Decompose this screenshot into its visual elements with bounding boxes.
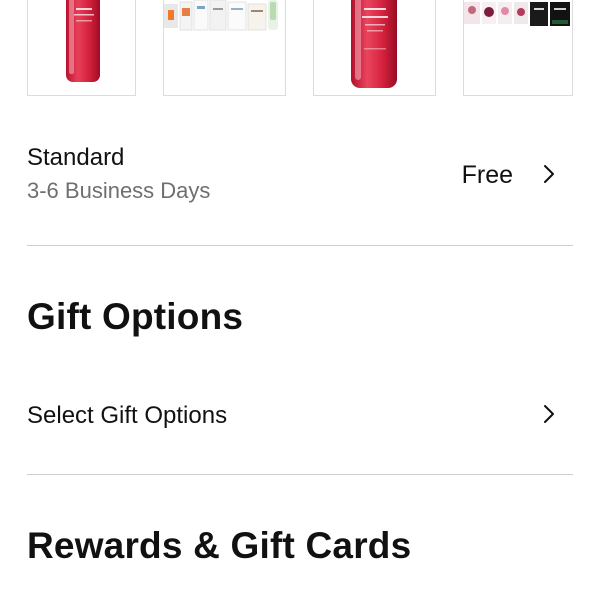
product-thumb-sample-kit[interactable] [163, 0, 286, 96]
divider [27, 245, 573, 246]
checkout-page: Standard 3-6 Business Days Free Gift Opt… [0, 0, 600, 600]
serum-bottle-image [66, 0, 100, 82]
product-thumbnails [0, 0, 600, 98]
shipping-eta: 3-6 Business Days [27, 178, 211, 203]
shipping-method-name: Standard [27, 144, 125, 171]
ultimune-bottle-image [351, 0, 397, 88]
product-thumb-serum[interactable] [27, 0, 136, 96]
sample-kit-image [164, 0, 278, 31]
product-thumb-ultimune[interactable] [313, 0, 436, 96]
fragrance-set-image [464, 2, 570, 26]
divider [27, 474, 573, 475]
select-gift-options-label: Select Gift Options [27, 402, 228, 429]
shipping-method-row[interactable]: Standard 3-6 Business Days Free [27, 142, 573, 212]
shipping-price: Free [461, 161, 513, 189]
product-thumb-fragrance-set[interactable] [463, 0, 573, 96]
gift-options-title: Gift Options [27, 296, 244, 337]
select-gift-options-row[interactable]: Select Gift Options [27, 398, 573, 438]
chevron-right-icon[interactable] [539, 162, 559, 186]
rewards-gift-cards-title: Rewards & Gift Cards [27, 525, 412, 566]
chevron-right-icon[interactable] [539, 402, 559, 426]
